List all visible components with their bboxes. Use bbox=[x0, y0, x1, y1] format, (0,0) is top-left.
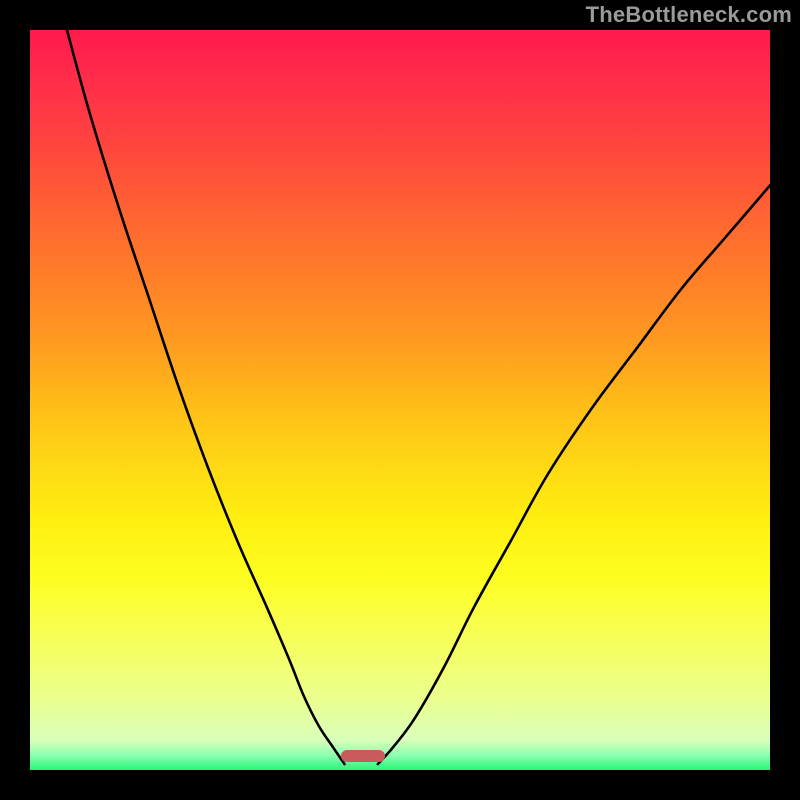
plot-area bbox=[30, 30, 770, 770]
watermark-text: TheBottleneck.com bbox=[586, 2, 792, 28]
bottleneck-marker bbox=[341, 750, 385, 762]
right-curve bbox=[378, 185, 770, 764]
chart-frame: TheBottleneck.com bbox=[0, 0, 800, 800]
curve-layer bbox=[30, 30, 770, 770]
left-curve bbox=[67, 30, 345, 764]
